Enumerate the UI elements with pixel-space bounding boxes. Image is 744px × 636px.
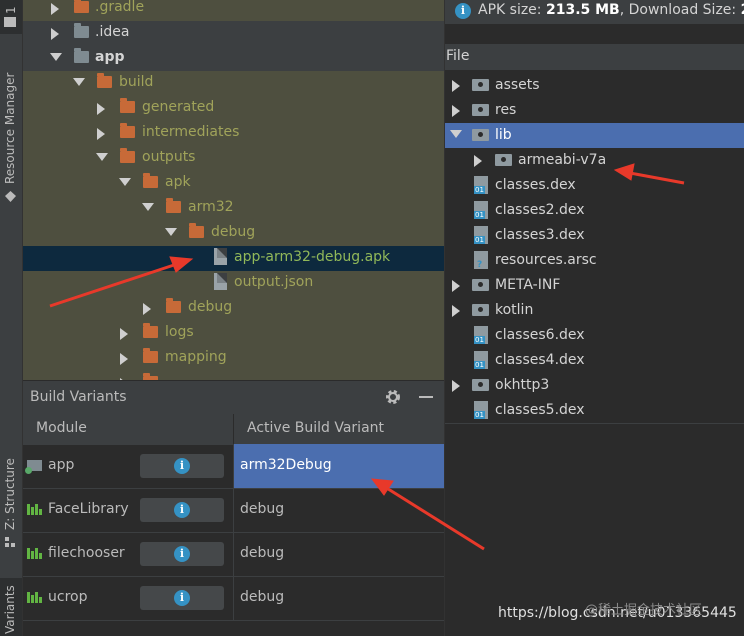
arrow-to-apk-file	[49, 261, 181, 308]
annotation-arrows	[49, 163, 685, 551]
arrow-to-variant	[384, 485, 485, 551]
watermark-cn: @稀土掘金技术社区	[585, 599, 702, 618]
arrow-head	[613, 163, 635, 181]
arrow-head	[169, 256, 194, 273]
watermark-cn-text: @稀土掘金技术社区	[585, 603, 703, 618]
arrow-to-armeabi	[629, 171, 685, 185]
arrow-head	[370, 478, 394, 496]
